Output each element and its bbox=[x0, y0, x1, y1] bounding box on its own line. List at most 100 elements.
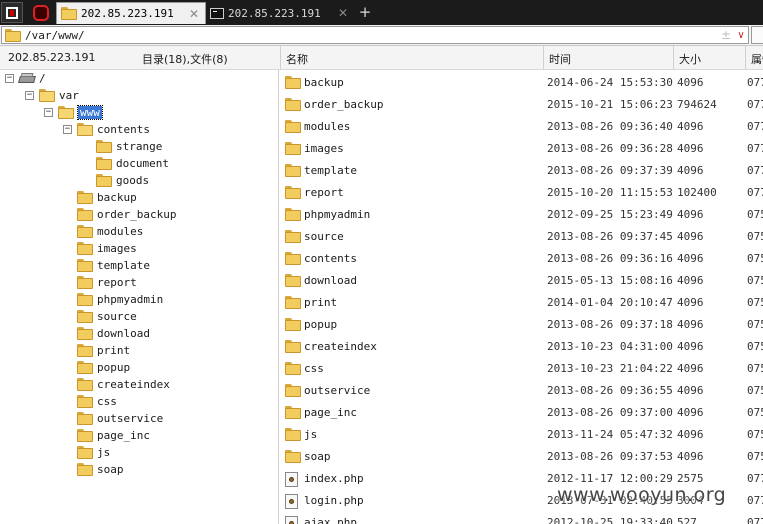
file-row[interactable]: outservice 2013-08-26 09:36:55 4096 0755 bbox=[280, 380, 763, 402]
bookmark-icon[interactable]: ± bbox=[718, 28, 734, 42]
collapse-icon[interactable]: − bbox=[25, 91, 34, 100]
tree-node-document[interactable]: document bbox=[96, 155, 169, 172]
folder-icon bbox=[285, 384, 301, 397]
tree-node-phpmyadmin[interactable]: phpmyadmin bbox=[77, 291, 163, 308]
column-header-name[interactable]: 名称 bbox=[280, 46, 543, 69]
close-icon[interactable]: ✕ bbox=[187, 7, 201, 21]
file-row[interactable]: css 2013-10-23 21:04:22 4096 0755 bbox=[280, 358, 763, 380]
stop-button[interactable] bbox=[30, 2, 52, 23]
php-file-icon bbox=[285, 472, 298, 487]
tree-node-outservice[interactable]: outservice bbox=[77, 410, 163, 427]
folder-icon bbox=[77, 378, 93, 391]
tab-terminal[interactable]: 202.85.223.191 ✕ bbox=[206, 2, 354, 24]
folder-icon bbox=[77, 327, 93, 340]
path-input[interactable]: /var/www/ ± ∨ bbox=[1, 26, 749, 44]
tree-node-root[interactable]: / bbox=[19, 70, 46, 87]
file-attr: 0777 bbox=[747, 516, 763, 524]
file-time: 2013-08-26 09:36:16 bbox=[547, 252, 673, 265]
file-name: outservice bbox=[304, 384, 371, 397]
column-header-size[interactable]: 大小 bbox=[673, 46, 745, 69]
file-row[interactable]: template 2013-08-26 09:37:39 4096 0777 bbox=[280, 160, 763, 182]
file-row[interactable]: soap 2013-08-26 09:37:53 4096 0755 bbox=[280, 446, 763, 468]
tree-node-popup[interactable]: popup bbox=[77, 359, 130, 376]
tree-node-backup[interactable]: backup bbox=[77, 189, 137, 206]
file-row[interactable]: contents 2013-08-26 09:36:16 4096 0755 bbox=[280, 248, 763, 270]
tree-node-var[interactable]: var bbox=[39, 87, 79, 104]
file-name: order_backup bbox=[304, 98, 384, 111]
tree-node-template[interactable]: template bbox=[77, 257, 150, 274]
folder-icon bbox=[77, 463, 93, 476]
tree-node-print[interactable]: print bbox=[77, 342, 130, 359]
file-row[interactable]: order_backup 2015-10-21 15:06:23 794624 077… bbox=[280, 94, 763, 116]
file-time: 2013-10-23 04:31:00 bbox=[547, 340, 673, 353]
collapse-icon[interactable]: − bbox=[63, 125, 72, 134]
tree-node-download[interactable]: download bbox=[77, 325, 150, 342]
file-row[interactable]: modules 2013-08-26 09:36:40 4096 0777 bbox=[280, 116, 763, 138]
folder-icon bbox=[285, 340, 301, 353]
tree-node-report[interactable]: report bbox=[77, 274, 137, 291]
app-menu-button[interactable] bbox=[1, 2, 23, 23]
tree-label-selected: www bbox=[77, 105, 103, 120]
collapse-icon[interactable]: − bbox=[5, 74, 14, 83]
app-logo-icon bbox=[6, 6, 18, 19]
tree-label: outservice bbox=[97, 412, 164, 425]
tree-node-css[interactable]: css bbox=[77, 393, 117, 410]
tab-file-manager[interactable]: 202.85.223.191 ✕ bbox=[56, 2, 206, 24]
tree-label: / bbox=[39, 72, 46, 85]
file-name: report bbox=[304, 186, 344, 199]
column-header-attr[interactable]: 属性 bbox=[745, 46, 763, 69]
folder-icon bbox=[285, 98, 301, 111]
tree-node-modules[interactable]: modules bbox=[77, 223, 143, 240]
new-tab-button[interactable]: + bbox=[356, 3, 374, 22]
file-size: 4096 bbox=[677, 274, 704, 287]
file-row[interactable]: phpmyadmin 2012-09-25 15:23:49 4096 0755 bbox=[280, 204, 763, 226]
tree-node-contents[interactable]: contents bbox=[77, 121, 150, 138]
file-row[interactable]: createindex 2013-10-23 04:31:00 4096 0755 bbox=[280, 336, 763, 358]
file-row[interactable]: report 2015-10-20 11:15:53 102400 0777 bbox=[280, 182, 763, 204]
file-time: 2015-10-20 11:15:53 bbox=[547, 186, 673, 199]
file-row[interactable]: ajax.php 2012-10-25 19:33:40 527 0777 bbox=[280, 512, 763, 524]
file-row[interactable]: print 2014-01-04 20:10:47 4096 0755 bbox=[280, 292, 763, 314]
tree-label: download bbox=[97, 327, 150, 340]
file-attr: 0777 bbox=[747, 472, 763, 485]
path-value[interactable]: /var/www/ bbox=[25, 29, 718, 42]
file-row[interactable]: popup 2013-08-26 09:37:18 4096 0755 bbox=[280, 314, 763, 336]
file-row[interactable]: page_inc 2013-08-26 09:37:00 4096 0755 bbox=[280, 402, 763, 424]
tree-label: backup bbox=[97, 191, 137, 204]
stop-icon bbox=[33, 4, 49, 21]
file-row[interactable]: backup 2014-06-24 15:53:30 4096 0777 bbox=[280, 72, 763, 94]
folder-icon bbox=[77, 276, 93, 289]
tree-node-www[interactable]: www bbox=[58, 104, 103, 121]
tree-node-page_inc[interactable]: page_inc bbox=[77, 427, 150, 444]
collapse-icon[interactable]: − bbox=[44, 108, 53, 117]
file-row[interactable]: images 2013-08-26 09:36:28 4096 0777 bbox=[280, 138, 763, 160]
go-button[interactable] bbox=[751, 26, 763, 44]
file-name: modules bbox=[304, 120, 351, 133]
folder-icon bbox=[285, 362, 301, 375]
folder-icon bbox=[61, 7, 77, 20]
file-time: 2013-08-26 09:36:55 bbox=[547, 384, 673, 397]
file-size: 4096 bbox=[677, 208, 704, 221]
tree-node-strange[interactable]: strange bbox=[96, 138, 162, 155]
file-row[interactable]: source 2013-08-26 09:37:45 4096 0755 bbox=[280, 226, 763, 248]
tree-node-goods[interactable]: goods bbox=[96, 172, 149, 189]
close-icon[interactable]: ✕ bbox=[336, 6, 350, 20]
file-attr: 0755 bbox=[747, 318, 763, 331]
php-file-icon bbox=[285, 494, 298, 509]
folder-icon bbox=[77, 429, 93, 442]
file-row[interactable]: js 2013-11-24 05:47:32 4096 0755 bbox=[280, 424, 763, 446]
file-size: 527 bbox=[677, 516, 697, 524]
tree-node-soap[interactable]: soap bbox=[77, 461, 124, 478]
tree-node-source[interactable]: source bbox=[77, 308, 137, 325]
column-header-time[interactable]: 时间 bbox=[543, 46, 673, 69]
file-attr: 0755 bbox=[747, 450, 763, 463]
file-row[interactable]: download 2015-05-13 15:08:16 4096 0755 bbox=[280, 270, 763, 292]
tree-node-order_backup[interactable]: order_backup bbox=[77, 206, 176, 223]
tree-node-images[interactable]: images bbox=[77, 240, 137, 257]
chevron-down-icon[interactable]: ∨ bbox=[734, 30, 748, 41]
file-time: 2013-08-26 09:37:45 bbox=[547, 230, 673, 243]
tree-node-createindex[interactable]: createindex bbox=[77, 376, 170, 393]
tree-label: strange bbox=[116, 140, 163, 153]
tree-node-js[interactable]: js bbox=[77, 444, 110, 461]
tree-label: popup bbox=[97, 361, 131, 374]
